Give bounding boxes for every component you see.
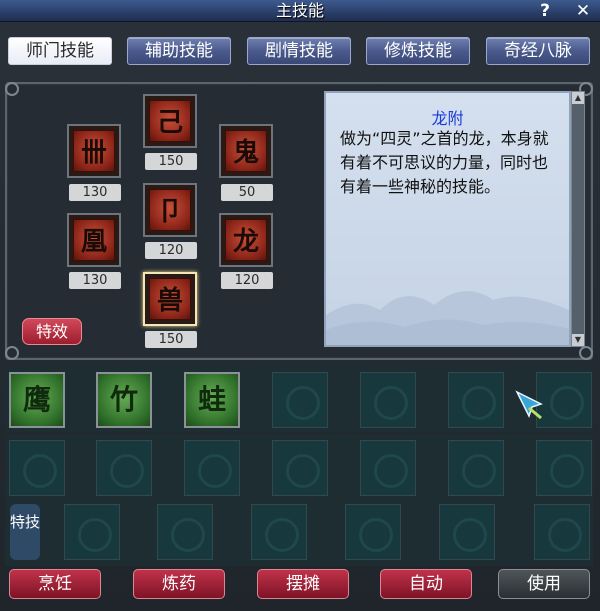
- eagle-icon: 鹰: [22, 383, 51, 416]
- skill-level: 150: [145, 153, 197, 170]
- mountain-decoration: [326, 291, 569, 345]
- close-button[interactable]: ✕: [572, 0, 594, 22]
- item-slot-3[interactable]: [184, 440, 240, 496]
- special-slot-1[interactable]: [64, 504, 120, 560]
- skill-name: 龙附: [431, 109, 464, 128]
- tab-meridians[interactable]: 奇经八脉: [486, 37, 590, 65]
- special-slot-2[interactable]: [157, 504, 213, 560]
- skill-slot-4[interactable]: 卩: [143, 183, 197, 237]
- title-bar[interactable]: 主技能 ? ✕: [0, 0, 600, 22]
- sword-rune-icon: 卩: [149, 189, 191, 231]
- item-slot-4[interactable]: [272, 440, 328, 496]
- skill-slot-2[interactable]: 己: [143, 94, 197, 148]
- skill-level: 120: [145, 242, 197, 259]
- quick-slot-1[interactable]: 鹰: [9, 372, 65, 428]
- skill-level: 130: [69, 272, 121, 289]
- item-slot-2[interactable]: [96, 440, 152, 496]
- skill-level: 150: [145, 331, 197, 348]
- dragon-head-icon: 龙: [225, 219, 267, 261]
- skill-level: 130: [69, 184, 121, 201]
- effect-button[interactable]: 特效: [22, 318, 82, 345]
- seal-rune-icon: 凰: [73, 219, 115, 261]
- bamboo-icon: 竹: [109, 383, 138, 416]
- tab-story-skills[interactable]: 剧情技能: [247, 37, 351, 65]
- window-title: 主技能: [275, 1, 324, 20]
- beast-rune-icon: 卌: [73, 130, 115, 172]
- tab-school-skills[interactable]: 师门技能: [8, 37, 112, 65]
- skill-slot-6[interactable]: 龙: [219, 213, 273, 267]
- game-cursor-icon: [515, 390, 543, 420]
- scroll-up-icon[interactable]: ▲: [572, 92, 584, 104]
- skill-slot-5[interactable]: 凰: [67, 213, 121, 267]
- frog-icon: 蛙: [197, 383, 226, 416]
- panel-corner-ornament: [579, 346, 593, 360]
- cooking-button[interactable]: 烹饪: [9, 569, 101, 599]
- panel-corner-ornament: [5, 82, 19, 96]
- special-slot-6[interactable]: [534, 504, 590, 560]
- item-slot-7[interactable]: [536, 440, 592, 496]
- auto-button[interactable]: 自动: [380, 569, 472, 599]
- tab-assist-skills[interactable]: 辅助技能: [127, 37, 231, 65]
- skill-level: 50: [221, 184, 273, 201]
- special-slot-4[interactable]: [345, 504, 401, 560]
- quick-slot-4[interactable]: [272, 372, 328, 428]
- description-scrollbar[interactable]: ▲ ▼: [571, 91, 585, 347]
- quick-slot-6[interactable]: [448, 372, 504, 428]
- special-slot-3[interactable]: [251, 504, 307, 560]
- skill-level: 120: [221, 272, 273, 289]
- tab-cultivation-skills[interactable]: 修炼技能: [366, 37, 470, 65]
- item-slot-1[interactable]: [9, 440, 65, 496]
- alchemy-button[interactable]: 炼药: [133, 569, 225, 599]
- quick-slot-3[interactable]: 蛙: [184, 372, 240, 428]
- skill-slot-3[interactable]: 鬼: [219, 124, 273, 178]
- special-skill-label: 特技: [10, 504, 40, 560]
- item-slot-6[interactable]: [448, 440, 504, 496]
- dragon-attach-icon: 兽: [149, 278, 191, 320]
- stall-button[interactable]: 摆摊: [257, 569, 349, 599]
- dragon-coil-icon: 己: [149, 100, 191, 142]
- skill-slot-7[interactable]: 兽: [143, 272, 197, 326]
- use-button[interactable]: 使用: [498, 569, 590, 599]
- monster-face-icon: 鬼: [225, 130, 267, 172]
- skill-description-panel: 龙附 做为“四灵”之首的龙，本身就有着不可思议的力量，同时也有着一些神秘的技能。: [324, 91, 571, 347]
- skill-window: 主技能 ? ✕ 师门技能 辅助技能 剧情技能 修炼技能 奇经八脉 卌 130 己…: [0, 0, 600, 611]
- help-button[interactable]: ?: [534, 0, 556, 22]
- item-slot-5[interactable]: [360, 440, 416, 496]
- quick-slot-5[interactable]: [360, 372, 416, 428]
- skill-description: 做为“四灵”之首的龙，本身就有着不可思议的力量，同时也有着一些神秘的技能。: [340, 129, 549, 196]
- scroll-down-icon[interactable]: ▼: [572, 334, 584, 346]
- panel-corner-ornament: [5, 346, 19, 360]
- skill-slot-1[interactable]: 卌: [67, 124, 121, 178]
- quick-slot-2[interactable]: 竹: [96, 372, 152, 428]
- special-slot-5[interactable]: [439, 504, 495, 560]
